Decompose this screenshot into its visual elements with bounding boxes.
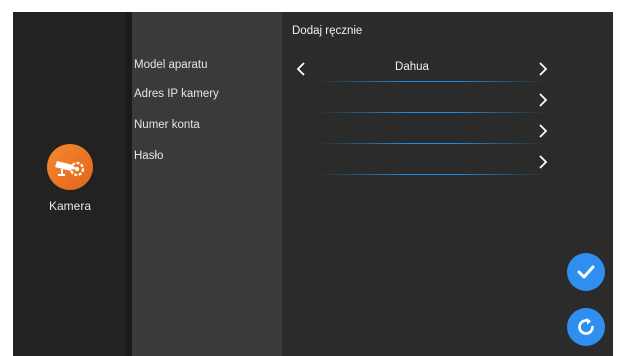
form-panel: Dodaj ręcznie Dahua [282,12,613,356]
model-value: Dahua [395,61,429,73]
check-icon [577,265,595,279]
chevron-right-icon[interactable] [535,91,551,109]
camera-app-button[interactable]: Kamera [35,144,105,213]
device-screen: Kamera Model aparatu Adres IP kamery Num… [13,12,613,356]
chevron-left-icon[interactable] [293,60,309,78]
camera-settings-icon [47,144,93,190]
field-underline [317,112,547,113]
model-selector[interactable]: Dahua [282,54,613,84]
chevron-right-icon[interactable] [535,153,551,171]
field-labels-panel: Model aparatu Adres IP kamery Numer kont… [132,12,282,356]
chevron-right-icon[interactable] [535,60,551,78]
field-underline [317,174,547,175]
refresh-icon [578,318,594,335]
page-title: Dodaj ręcznie [292,25,363,37]
confirm-button[interactable] [567,253,605,291]
camera-app-label: Kamera [48,199,92,213]
field-label-password: Hasło [134,150,164,162]
left-panel: Kamera [13,12,126,356]
field-label-ip: Adres IP kamery [134,88,219,100]
field-label-model: Model aparatu [134,59,208,71]
field-label-account: Numer konta [134,119,200,131]
reset-button[interactable] [567,308,605,346]
chevron-right-icon[interactable] [535,122,551,140]
password-field[interactable] [282,147,613,177]
field-underline [317,143,547,144]
account-number-field[interactable] [282,116,613,146]
ip-address-field[interactable] [282,85,613,115]
field-underline [317,81,547,82]
